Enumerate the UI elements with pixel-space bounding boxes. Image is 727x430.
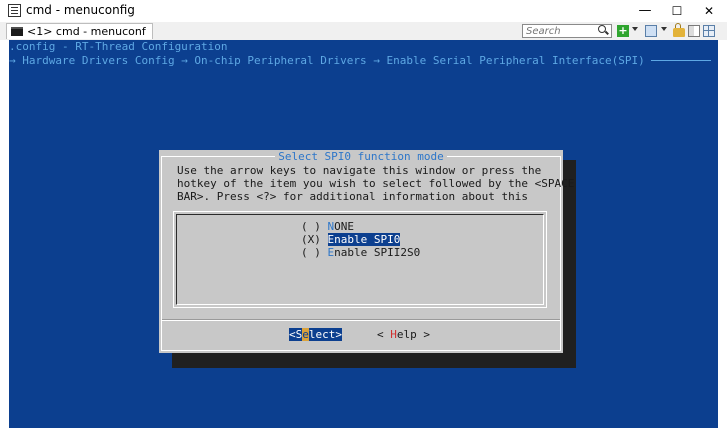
window-titlebar[interactable]: cmd - menuconfig — ☐ ✕: [0, 0, 727, 22]
help-line-2: hotkey of the item you wish to select fo…: [177, 177, 575, 190]
dialog-title-wrap: Select SPI0 function mode: [159, 150, 563, 163]
select-button-right: >: [335, 328, 342, 341]
button-separator: [162, 320, 560, 321]
option-enable-spii2s0-mark: ( ): [301, 246, 328, 259]
close-button[interactable]: ✕: [692, 0, 726, 22]
option-none-mark: ( ): [301, 220, 328, 233]
options-listbox: [173, 211, 547, 308]
option-enable-spi0-highlight: Enable SPI0: [327, 233, 401, 246]
select-button[interactable]: <Select>: [289, 328, 342, 341]
help-button-hotkey: H: [390, 328, 397, 341]
select-button-hotkey: e: [302, 328, 309, 341]
help-line-3: BAR>. Press <?> for additional informati…: [177, 190, 528, 203]
console-icon: [11, 27, 23, 36]
new-console-dropdown-icon[interactable]: [632, 27, 638, 31]
select-button-left: <: [289, 328, 296, 341]
lock-icon[interactable]: [673, 23, 685, 37]
option-none-label: ONE: [334, 220, 354, 233]
option-enable-spi0-mark: (X): [301, 233, 328, 246]
maximize-button[interactable]: ☐: [660, 0, 694, 22]
help-button-left: <: [377, 328, 391, 341]
option-none[interactable]: ( ) NONE: [301, 220, 354, 233]
menu-grid-icon[interactable]: [703, 25, 715, 37]
help-button[interactable]: < Help >: [377, 328, 430, 341]
select-dialog[interactable]: Select SPI0 function mode Use the arrow …: [159, 150, 574, 353]
select-button-post: lect: [308, 328, 336, 341]
console-tab-label: <1> cmd - menuconf: [27, 25, 146, 38]
config-title-line: .config - RT-Thread Configuration: [9, 40, 228, 53]
dialog-title: Select SPI0 function mode: [275, 150, 447, 163]
view-dropdown-icon[interactable]: [661, 27, 667, 31]
panel-icon[interactable]: [688, 25, 700, 37]
tab-toolbar: <1> cmd - menuconf +: [0, 22, 727, 40]
help-button-right: >: [416, 328, 430, 341]
window-title: cmd - menuconfig: [26, 3, 135, 17]
option-enable-spi0-label: nable SPI0: [334, 233, 401, 246]
cmd-app-icon: [8, 4, 21, 17]
view-icon[interactable]: [645, 25, 657, 37]
help-line-1: Use the arrow keys to navigate this wind…: [177, 164, 542, 177]
new-console-icon[interactable]: +: [617, 25, 629, 37]
option-enable-spii2s0-label: nable SPII2S0: [334, 246, 421, 259]
option-enable-spi0[interactable]: (X) Enable SPI0: [301, 233, 401, 246]
breadcrumb: → Hardware Drivers Config → On-chip Peri…: [9, 54, 645, 67]
options-listbox-inner: [176, 214, 544, 305]
search-icon[interactable]: [598, 25, 606, 33]
option-enable-spii2s0[interactable]: ( ) Enable SPII2S0: [301, 246, 420, 259]
breadcrumb-rule: [651, 60, 711, 61]
console-tab[interactable]: <1> cmd - menuconf: [6, 23, 153, 39]
console-area[interactable]: .config - RT-Thread Configuration → Hard…: [9, 40, 718, 428]
minimize-button[interactable]: —: [628, 0, 662, 22]
help-button-post: elp: [396, 328, 417, 341]
